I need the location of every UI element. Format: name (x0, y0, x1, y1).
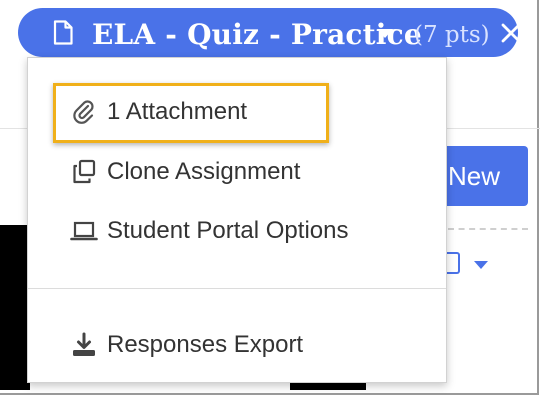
assignment-points: (7 pts) (414, 22, 490, 48)
close-icon[interactable] (500, 22, 522, 44)
menu-item-student-portal-options[interactable]: Student Portal Options (28, 206, 446, 256)
menu-item-label: Responses Export (107, 331, 304, 358)
download-icon (73, 332, 95, 356)
background-divider (448, 228, 528, 230)
menu-divider (28, 288, 446, 289)
assignment-title: ELA - Quiz - Practice (92, 18, 422, 51)
assignment-menu: 1 Attachment Clone Assignment Student Po… (27, 57, 447, 383)
menu-item-responses-export[interactable]: Responses Export (28, 320, 446, 370)
menu-item-clone-assignment[interactable]: Clone Assignment (28, 147, 446, 197)
chevron-down-icon[interactable] (474, 261, 488, 269)
document-icon (53, 20, 73, 45)
background-panel (0, 225, 30, 390)
title-dropdown-icon[interactable] (377, 29, 393, 38)
paperclip-icon (73, 100, 94, 124)
menu-item-attachment[interactable]: 1 Attachment (28, 87, 446, 137)
assignment-title-pill[interactable]: ELA - Quiz - Practice (7 pts) (18, 8, 521, 57)
laptop-icon (70, 221, 98, 241)
menu-item-label: Student Portal Options (107, 217, 349, 244)
menu-item-label: 1 Attachment (107, 98, 248, 125)
clone-icon (73, 159, 96, 184)
new-button-label: New (448, 160, 501, 191)
menu-item-label: Clone Assignment (107, 158, 301, 185)
